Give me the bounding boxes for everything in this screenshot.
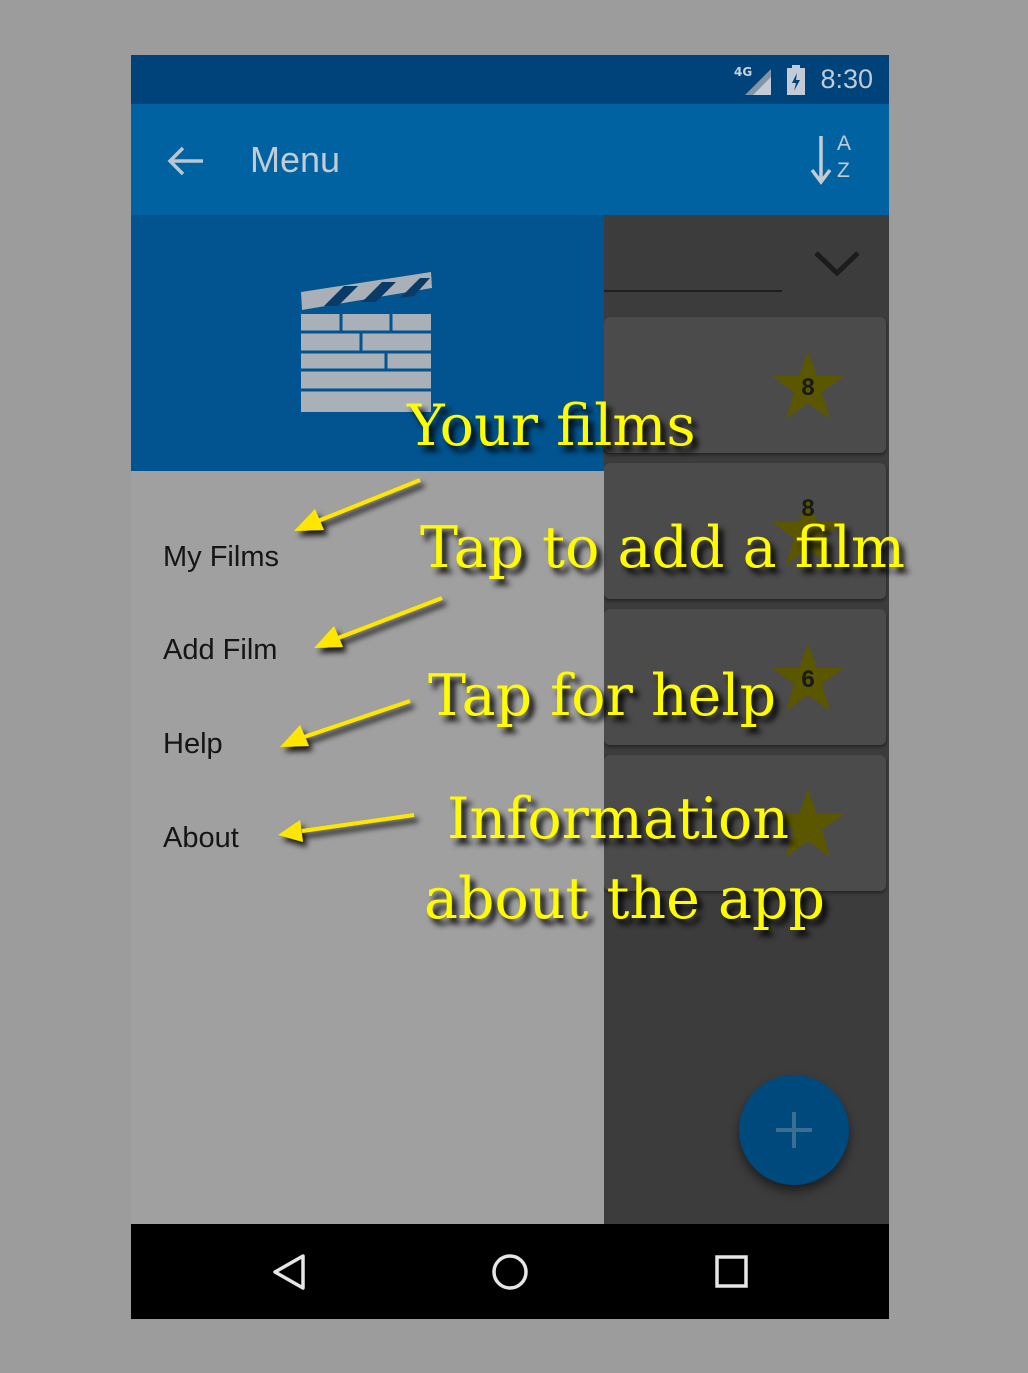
circle-home-icon[interactable] xyxy=(482,1244,538,1300)
battery-icon xyxy=(787,65,805,95)
system-nav-bar xyxy=(131,1224,889,1319)
status-bar: 4G 8:30 xyxy=(131,55,889,104)
square-recents-icon[interactable] xyxy=(703,1244,759,1300)
plus-icon xyxy=(776,1112,812,1148)
callout-add-film: Tap to add a film xyxy=(420,515,906,581)
triangle-back-icon[interactable] xyxy=(261,1244,317,1300)
arrow-left-icon[interactable] xyxy=(161,136,211,186)
filter-underline xyxy=(604,290,782,292)
film-rating: 6 xyxy=(801,666,815,693)
toolbar-title: Menu xyxy=(250,139,341,180)
callout-your-films: Your films xyxy=(407,393,696,459)
drawer-item-help[interactable]: Help xyxy=(163,728,223,761)
signal-icon xyxy=(745,69,771,95)
film-rating: 8 xyxy=(801,374,815,401)
callout-about-line2: about the app xyxy=(424,866,825,932)
drawer-item-about[interactable]: About xyxy=(163,822,239,855)
callout-help: Tap for help xyxy=(428,663,777,729)
sort-letter-a: A xyxy=(837,132,852,155)
drawer-item-add-film[interactable]: Add Film xyxy=(163,634,277,667)
app-toolbar: Menu A Z xyxy=(131,104,889,215)
callout-about-line1: Information xyxy=(447,786,790,852)
chevron-down-icon[interactable] xyxy=(812,247,862,277)
status-time: 8:30 xyxy=(820,64,873,94)
drawer-item-my-films[interactable]: My Films xyxy=(163,541,279,574)
add-film-fab[interactable] xyxy=(739,1075,849,1185)
sort-az-icon[interactable]: A Z xyxy=(807,132,863,188)
sort-letter-z: Z xyxy=(837,159,850,182)
